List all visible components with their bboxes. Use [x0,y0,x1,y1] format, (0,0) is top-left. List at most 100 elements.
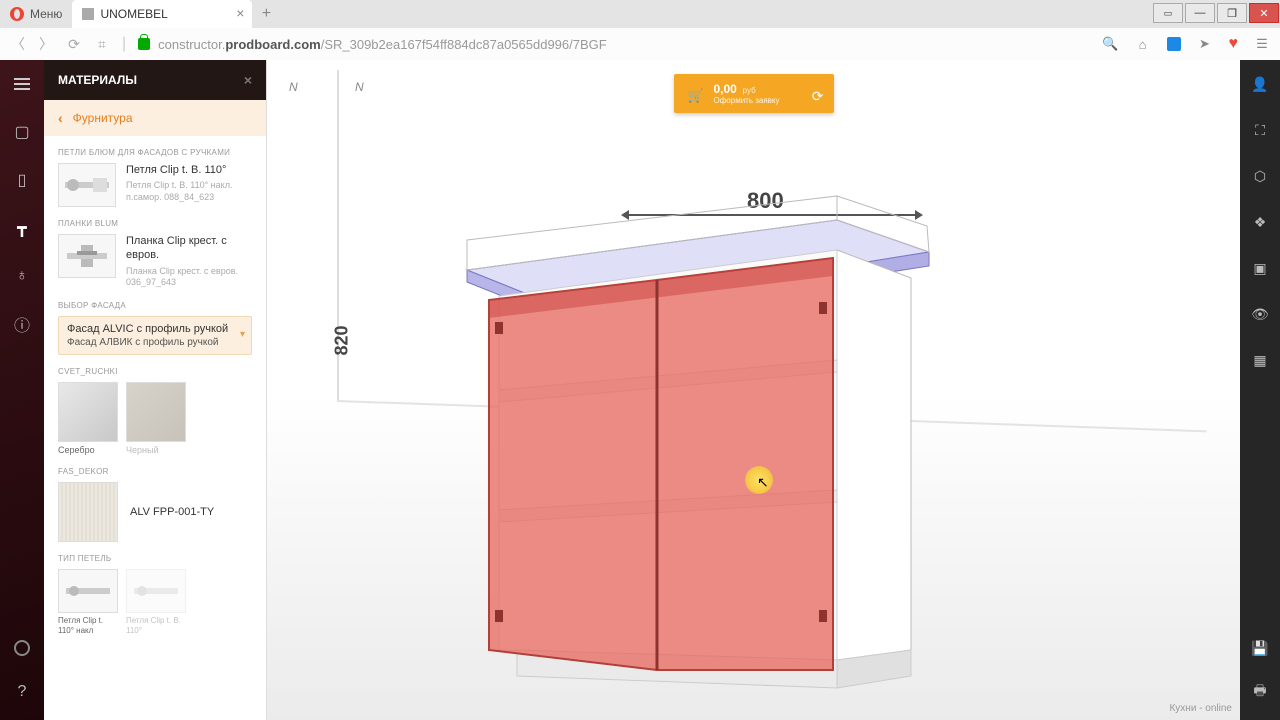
shield-icon[interactable] [1167,37,1181,51]
hinge-card[interactable]: Петля Clip t. B. 110° Петля Clip t. B. 1… [58,163,252,207]
rr-visibility-icon[interactable]: 👁 [1250,304,1270,324]
order-label: Оформить заявку [714,96,816,105]
section-planki-label: ПЛАНКИ BLUM [58,219,252,228]
heart-icon[interactable]: ♥ [1229,35,1239,53]
rail-materials-icon[interactable]: ┳ [12,218,32,238]
tab-title: UNOMEBEL [100,7,167,21]
section-hingetype-label: ТИП ПЕТЕЛЬ [58,554,252,563]
url-path: /SR_309b2ea167f54ff884dc87a0565dd996/7BG… [321,37,607,52]
address-bar-row: 〈 〉 ⟳ ⌗ | constructor.prodboard.com/SR_3… [0,28,1280,60]
menu-label: Меню [30,7,62,21]
swatch-black-label: Черный [126,445,186,455]
rr-measure-icon[interactable]: ▣ [1250,258,1270,278]
new-tab-button[interactable]: + [252,0,280,28]
browser-chrome: Меню UNOMEBEL × + ▭ — ❐ ✕ 〈 〉 ⟳ ⌗ | cons… [0,0,1280,60]
addr-right-icons: 🔍 ⌂ ➤ ♥ ☰ [1103,35,1271,53]
window-maximize-button[interactable]: ❐ [1217,3,1247,23]
panel-header: МАТЕРИАЛЫ × [44,60,266,100]
swatch-silver[interactable]: Серебро [58,382,118,455]
panel-body: ПЕТЛИ БЛЮМ ДЛЯ ФАСАДОВ С РУЧКАМИ Петля C… [44,136,266,720]
rr-grid-icon[interactable]: ▦ [1250,350,1270,370]
rail-plan-icon[interactable]: ▢ [12,122,32,142]
window-shade-button[interactable]: ▭ [1153,3,1183,23]
facade-selector[interactable]: Фасад ALVIC с профиль ручкой Фасад АЛВИК… [58,316,252,355]
app: ▢ ▯ ┳ ♁ ⓘ ? МАТЕРИАЛЫ × ‹ Фурнитура ПЕТЛ… [0,60,1280,720]
swatch-silver-box [58,382,118,442]
swatch-silver-label: Серебро [58,445,118,455]
panel-close-icon[interactable]: × [244,72,252,88]
hinge-type-row: Петля Clip t. 110° накл Петля Clip t. B.… [58,569,252,635]
materials-panel: МАТЕРИАЛЫ × ‹ Фурнитура ПЕТЛИ БЛЮМ ДЛЯ Ф… [44,60,267,720]
rail-catalog-icon[interactable]: ▯ [12,170,32,190]
tab-bar: Меню UNOMEBEL × + ▭ — ❐ ✕ [0,0,1280,28]
swatch-black[interactable]: Черный [126,382,186,455]
rr-layers-icon[interactable]: ❖ [1250,212,1270,232]
cart-icon: 🛒 [688,88,704,104]
cabinet-drawing [457,190,937,690]
lock-icon [138,38,150,50]
hinge-title: Петля Clip t. B. 110° [126,163,252,177]
section-dekor-label: FAS_DEKOR [58,467,252,476]
axis-n2: N [355,80,364,94]
cvet-swatches: Серебро Черный [58,382,252,455]
favicon-icon [82,8,94,20]
nav-reload-button[interactable]: ⟳ [66,36,82,53]
swatch-black-box [126,382,186,442]
search-icon[interactable]: 🔍 [1103,36,1119,52]
easy-setup-icon[interactable]: ☰ [1254,36,1270,52]
rail-info-icon[interactable]: ⓘ [12,314,32,334]
3d-viewport[interactable]: N N 800 820 [267,60,1240,720]
nav-forward-button[interactable]: 〉 [38,34,54,54]
hinge-thumb [58,163,116,207]
section-cvet-label: CVET_RUCHKI [58,367,252,376]
breadcrumb-back-icon[interactable]: ‹ [58,110,63,126]
hinge-option-2[interactable]: Петля Clip t. B. 110° [126,569,186,635]
nav-back-button[interactable]: 〈 [10,34,26,54]
planka-thumb [58,234,116,278]
hinge-opt2-label: Петля Clip t. B. 110° [126,616,186,635]
hinge-opt1-thumb [58,569,118,613]
breadcrumb-label: Фурнитура [73,111,133,125]
left-rail: ▢ ▯ ┳ ♁ ⓘ ? [0,60,44,720]
opera-menu-button[interactable]: Меню [0,0,72,28]
panel-breadcrumb[interactable]: ‹ Фурнитура [44,100,266,136]
rr-print-icon[interactable]: 🖶 [1250,682,1270,702]
snapshot-icon[interactable]: ⌂ [1135,36,1151,52]
rail-menu-icon[interactable] [12,74,32,94]
rr-user-icon[interactable]: 👤 [1250,74,1270,94]
url-host: prodboard.com [225,37,320,52]
browser-tab[interactable]: UNOMEBEL × [72,0,252,28]
tab-close-icon[interactable]: × [236,5,244,21]
right-rail: 👤 ⛶ ⬡ ❖ ▣ 👁 ▦ 💾 🖶 [1240,60,1280,720]
rr-save-icon[interactable]: 💾 [1250,638,1270,658]
hinge-opt2-thumb [126,569,186,613]
cursor-icon: ↖ [757,474,769,491]
chevron-down-icon: ▾ [240,329,245,340]
section-facade-label: ВЫБОР ФАСАДА [58,301,252,310]
rr-3d-icon[interactable]: ⬡ [1250,166,1270,186]
dekor-row[interactable]: ALV FPP-001-TY [58,482,252,542]
refresh-icon[interactable]: ⟳ [812,88,824,105]
dimension-height-label: 820 [332,325,353,355]
hinge-option-1[interactable]: Петля Clip t. 110° накл [58,569,118,635]
rail-help-icon[interactable]: ? [12,682,32,702]
rail-settings-icon[interactable] [12,638,32,658]
footer-status: Кухни - online [1169,703,1232,714]
window-minimize-button[interactable]: — [1185,3,1215,23]
send-icon[interactable]: ➤ [1197,36,1213,52]
window-close-button[interactable]: ✕ [1249,3,1279,23]
window-controls: ▭ — ❐ ✕ [1152,0,1280,28]
price-pill[interactable]: 🛒 0,00 руб Оформить заявку ⟳ [674,74,834,113]
planka-card[interactable]: Планка Clip крест. с евров. Планка Clip … [58,234,252,289]
address-bar[interactable]: constructor.prodboard.com/SR_309b2ea167f… [138,37,1090,52]
hinge-opt1-label: Петля Clip t. 110° накл [58,616,118,635]
planka-sub: Планка Clip крест. с евров. 036_97_643 [126,266,252,289]
price-currency: руб [743,86,756,95]
planka-title: Планка Clip крест. с евров. [126,234,252,263]
opera-logo-icon [10,7,24,21]
rail-tree-icon[interactable]: ♁ [12,266,32,286]
rr-fullscreen-icon[interactable]: ⛶ [1250,120,1270,140]
dekor-name: ALV FPP-001-TY [130,506,214,518]
nav-speed-dial-button[interactable]: ⌗ [94,36,110,53]
facade-line1: Фасад ALVIC с профиль ручкой [67,323,243,335]
